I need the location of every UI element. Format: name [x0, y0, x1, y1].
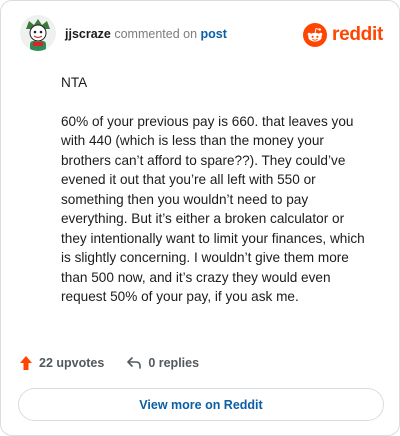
reply-arrow-icon: [127, 357, 142, 369]
comment-meta: jjscraze commented on post: [65, 27, 227, 41]
reddit-snoo-icon: [303, 23, 328, 47]
upvote-arrow-icon: [20, 356, 32, 370]
commented-on-text: commented on: [114, 27, 198, 41]
upvote-count: 22 upvotes: [39, 356, 105, 370]
post-link[interactable]: post: [201, 27, 227, 41]
reply-count: 0 replies: [148, 356, 200, 370]
comment-body: NTA 60% of your previous pay is 660. tha…: [61, 73, 373, 326]
replies-button[interactable]: 0 replies: [126, 356, 199, 370]
comment-paragraph: NTA: [61, 75, 88, 90]
user-avatar[interactable]: [20, 15, 56, 51]
comment-paragraph: 60% of your previous pay is 660. that le…: [61, 113, 365, 305]
view-more-on-reddit-button[interactable]: View more on Reddit: [18, 388, 384, 421]
reddit-logo[interactable]: reddit: [303, 22, 383, 48]
upvote-button[interactable]: 22 upvotes: [19, 355, 104, 371]
avatar-icon: [20, 15, 56, 51]
reddit-comment-embed: jjscraze commented on post reddit NTA 60…: [0, 0, 400, 436]
comment-actions: 22 upvotes 0 replies: [19, 353, 199, 373]
comment-header: jjscraze commented on post reddit: [15, 15, 385, 55]
reddit-wordmark: reddit: [332, 24, 383, 45]
username-link[interactable]: jjscraze: [65, 27, 111, 41]
